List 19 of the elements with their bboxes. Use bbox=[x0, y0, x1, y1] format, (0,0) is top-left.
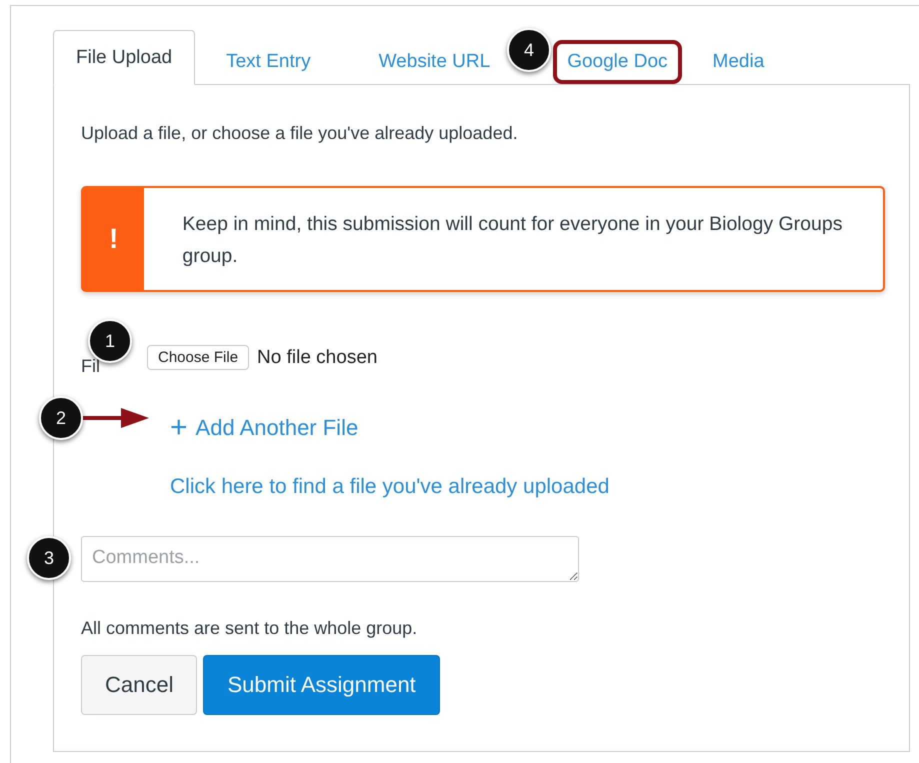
callout-badge: 3 bbox=[27, 536, 71, 580]
arrow-icon bbox=[83, 408, 149, 428]
file-status: No file chosen bbox=[257, 346, 378, 368]
tab[interactable]: File Upload bbox=[53, 30, 196, 85]
intro-text: Upload a file, or choose a file you've already uploaded. bbox=[81, 123, 519, 144]
cancel-button[interactable]: Cancel bbox=[81, 655, 198, 715]
comments-field[interactable]: Comments... bbox=[81, 536, 579, 582]
choose-file-button[interactable]: Choose File bbox=[147, 345, 250, 370]
callout-badge: 4 bbox=[507, 28, 551, 72]
add-file-label: Add Another File bbox=[196, 415, 358, 441]
find-file-link[interactable]: Click here to find a file you've already uploaded bbox=[170, 475, 610, 499]
alert-text: Keep in mind, this submission will count for everyone in your Biology Groups group. bbox=[181, 212, 844, 269]
submit-button[interactable]: Submit Assignment bbox=[203, 655, 440, 715]
plus-icon: + bbox=[170, 413, 188, 443]
add-file-link[interactable]: + Add Another File bbox=[170, 413, 358, 443]
comments-note: All comments are sent to the whole group. bbox=[81, 618, 418, 639]
alert-icon: ! bbox=[83, 188, 144, 290]
tab[interactable]: Google Doc bbox=[553, 40, 682, 84]
callout-badge: 2 bbox=[39, 396, 83, 440]
